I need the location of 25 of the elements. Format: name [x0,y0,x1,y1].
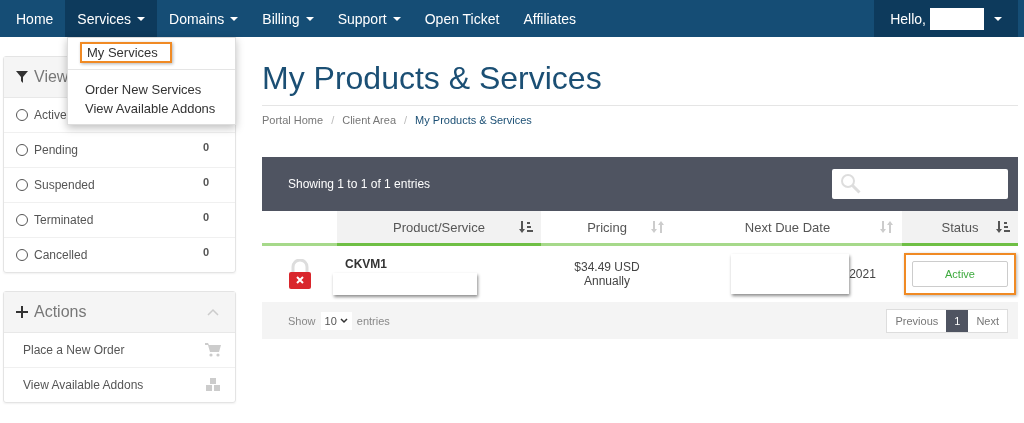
page-title: My Products & Services [262,56,1018,106]
filter-label: Suspended [34,178,95,192]
panel-title: View [34,68,69,86]
filter-label: Active [34,108,67,122]
action-label: View Available Addons [23,378,144,392]
count-text: 0 [202,141,209,153]
count-text: 0 [202,246,209,258]
panel-title: Actions [34,303,87,321]
entries-info: Showing 1 to 1 of 1 entries [288,177,431,191]
status-label: Active [912,261,1008,287]
filter-label: Terminated [34,213,94,227]
show-label: Show [288,314,316,327]
count-text: 0 [202,176,209,188]
filter-label: Cancelled [34,248,88,262]
greeting-text: Hello, [890,10,926,27]
action-label: Place a New Order [23,343,125,357]
price-text: $34.49 USD [574,260,640,274]
breadcrumb-separator: / [331,114,335,126]
billing-cycle-text: Annually [584,274,630,288]
breadcrumb-separator: / [404,114,408,126]
entries-label: entries [356,314,390,327]
product-name: CKVM1 [345,257,387,271]
filter-label: Pending [34,143,79,157]
count-text: 0 [202,211,209,223]
due-date-text: 2021 [849,267,876,281]
